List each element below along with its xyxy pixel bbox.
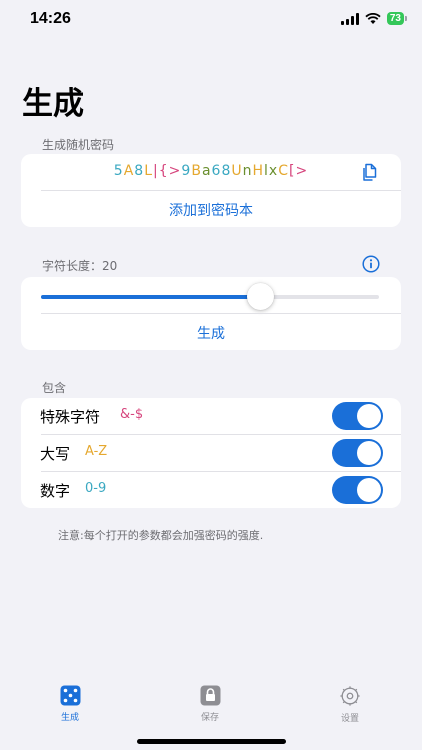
toggle-knob [357, 404, 381, 428]
copy-icon[interactable] [361, 163, 379, 186]
length-card: 生成 [21, 277, 401, 350]
divider [41, 313, 401, 314]
generate-section-label: 生成随机密码 [42, 138, 115, 152]
password-char: 5 [113, 163, 124, 179]
password-char: L [144, 163, 154, 179]
password-char: U [231, 163, 243, 179]
password-char: { [158, 163, 169, 179]
slider-fill [41, 295, 261, 299]
strength-note: 注意:每个打开的参数都会加强密码的强度. [58, 529, 264, 542]
option-label: 大写 [40, 445, 71, 463]
slider-thumb[interactable] [247, 283, 275, 310]
tab-label: 生成 [60, 713, 79, 723]
option-label: 特殊字符 [40, 408, 101, 426]
toggle-knob [357, 478, 381, 502]
divider [41, 190, 401, 191]
password-char: B [191, 163, 202, 179]
home-indicator [137, 739, 286, 744]
uppercase-toggle[interactable] [332, 439, 383, 467]
status-time: 14:26 [30, 10, 71, 27]
lock-icon [200, 685, 220, 706]
toggle-knob [357, 441, 381, 465]
tab-vault[interactable]: 保存 [180, 685, 240, 723]
add-to-vault-button[interactable]: 添加到密码本 [21, 200, 401, 220]
digits-toggle[interactable] [332, 476, 383, 504]
password-char: 8 [134, 163, 145, 179]
include-card: 特殊字符 &-$ 大写 A-Z 数字 0-9 [21, 398, 401, 508]
dice-icon [60, 685, 80, 706]
info-icon[interactable] [362, 255, 380, 277]
option-digits: 数字 0-9 [21, 472, 401, 508]
generate-button[interactable]: 生成 [21, 323, 401, 343]
password-char: n [242, 163, 253, 179]
password-row: 5A8L|{>9Ba68UnHlxC[> [21, 154, 401, 191]
password-card: 5A8L|{>9Ba68UnHlxC[> 添加到密码本 [21, 154, 401, 227]
password-char: 6 [211, 163, 222, 179]
option-uppercase: 大写 A-Z [21, 435, 401, 471]
include-section-label: 包含 [42, 381, 67, 395]
password-char: > [295, 163, 309, 179]
length-slider[interactable] [41, 295, 379, 299]
generated-password[interactable]: 5A8L|{>9Ba68UnHlxC[> [21, 163, 401, 179]
page-title: 生成 [22, 86, 84, 122]
password-char: C [278, 163, 289, 179]
option-hint: 0-9 [85, 481, 107, 496]
tab-generate[interactable]: 生成 [40, 685, 100, 723]
status-bar: 14:26 73 [0, 0, 422, 44]
wifi-icon [365, 12, 381, 24]
option-label: 数字 [40, 482, 71, 500]
gear-icon [340, 686, 360, 706]
password-char: 8 [221, 163, 232, 179]
signal-icon [340, 12, 359, 25]
option-special-chars: 特殊字符 &-$ [21, 398, 401, 434]
tab-settings[interactable]: 设置 [320, 685, 380, 724]
tab-label: 保存 [200, 713, 219, 723]
password-char: > [168, 163, 182, 179]
password-char: 9 [181, 163, 192, 179]
status-indicators: 73 [340, 12, 408, 25]
battery-indicator: 73 [386, 12, 408, 25]
option-hint: &-$ [120, 407, 144, 422]
password-char: x [268, 163, 279, 179]
password-char: a [201, 163, 212, 179]
password-char: H [252, 163, 265, 179]
password-char: A [123, 163, 135, 179]
special-chars-toggle[interactable] [332, 402, 383, 430]
length-section-label: 字符长度：20 [42, 259, 118, 273]
tab-label: 设置 [340, 714, 359, 724]
option-hint: A-Z [85, 444, 108, 459]
